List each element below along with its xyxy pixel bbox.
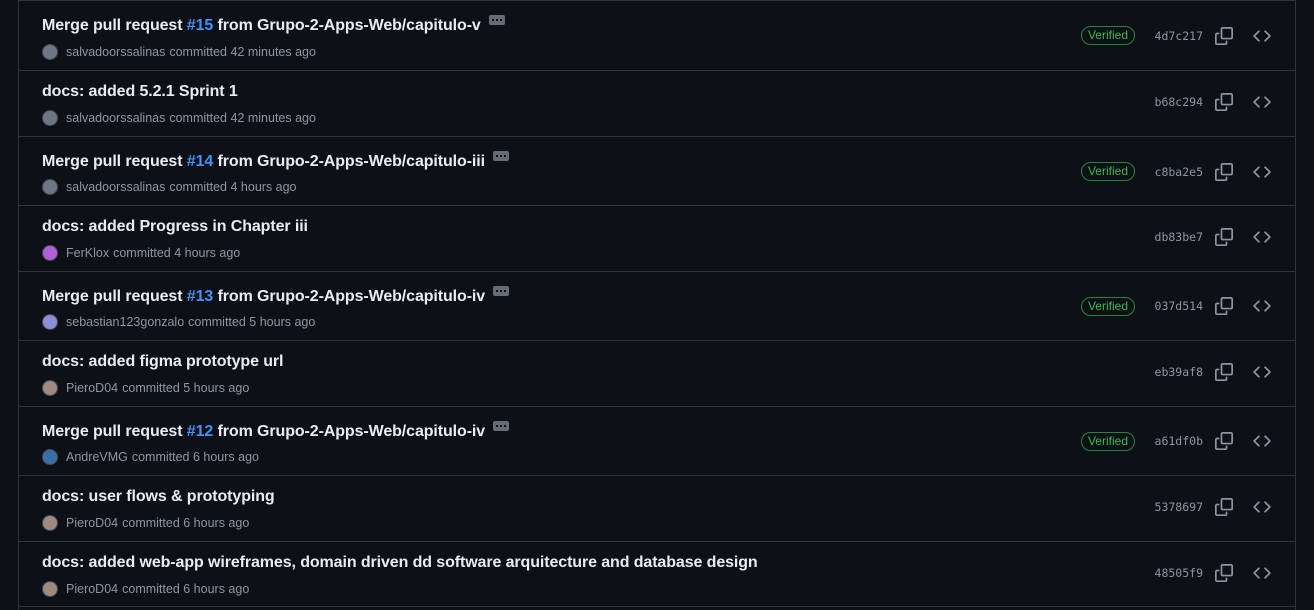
commit-author[interactable]: PieroD04 xyxy=(66,582,118,596)
commit-sha[interactable]: b68c294 xyxy=(1155,95,1203,109)
commit-row: docs: added web-app wireframes, domain d… xyxy=(19,541,1295,607)
copy-icon[interactable] xyxy=(1215,27,1233,45)
copy-icon[interactable] xyxy=(1215,564,1233,582)
commit-row: Merge pull request #14 from Grupo-2-Apps… xyxy=(19,136,1295,205)
commit-time: committed 6 hours ago xyxy=(122,516,250,530)
browse-code-icon[interactable] xyxy=(1253,228,1271,246)
commit-author[interactable]: PieroD04 xyxy=(66,516,118,530)
avatar[interactable] xyxy=(42,314,58,330)
commit-time: committed 4 hours ago xyxy=(113,246,241,260)
commit-row: docs: added Progress in Chapter iii FerK… xyxy=(19,205,1295,271)
commit-title[interactable]: docs: added web-app wireframes, domain d… xyxy=(42,554,758,572)
copy-icon[interactable] xyxy=(1215,163,1233,181)
expand-message-button[interactable] xyxy=(488,15,505,25)
commit-author[interactable]: PieroD04 xyxy=(66,381,118,395)
expand-message-button[interactable] xyxy=(493,421,510,431)
commit-title[interactable]: Merge pull request #12 from Grupo-2-Apps… xyxy=(42,423,485,441)
commit-author[interactable]: salvadoorssalinas xyxy=(66,45,165,59)
avatar[interactable] xyxy=(42,380,58,396)
avatar[interactable] xyxy=(42,581,58,597)
commit-author[interactable]: sebastian123gonzalo xyxy=(66,315,184,329)
commit-title[interactable]: docs: user flows & prototyping xyxy=(42,488,275,506)
commit-sha[interactable]: 5378697 xyxy=(1155,500,1203,514)
avatar[interactable] xyxy=(42,449,58,465)
avatar[interactable] xyxy=(42,110,58,126)
copy-icon[interactable] xyxy=(1215,498,1233,516)
browse-code-icon[interactable] xyxy=(1253,363,1271,381)
avatar[interactable] xyxy=(42,44,58,60)
commit-row: Merge pull request #12 from Grupo-2-Apps… xyxy=(19,406,1295,475)
commit-sha[interactable]: eb39af8 xyxy=(1155,365,1203,379)
commit-row: docs: added figma prototype url PieroD04… xyxy=(19,340,1295,406)
commit-row: docs: user flows & prototyping PieroD04 … xyxy=(19,475,1295,541)
commit-sha[interactable]: c8ba2e5 xyxy=(1155,165,1203,179)
commit-time: committed 6 hours ago xyxy=(122,582,250,596)
commit-sha[interactable]: a61df0b xyxy=(1155,434,1203,448)
copy-icon[interactable] xyxy=(1215,93,1233,111)
copy-icon[interactable] xyxy=(1215,228,1233,246)
commit-time: committed 42 minutes ago xyxy=(169,111,316,125)
commit-sha[interactable]: 4d7c217 xyxy=(1155,29,1203,43)
pr-link[interactable]: #15 xyxy=(187,17,214,34)
browse-code-icon[interactable] xyxy=(1253,93,1271,111)
commit-title[interactable]: Merge pull request #13 from Grupo-2-Apps… xyxy=(42,288,485,306)
commit-title[interactable]: docs: added 5.2.1 Sprint 1 xyxy=(42,83,238,101)
commit-sha[interactable]: db83be7 xyxy=(1155,230,1203,244)
verified-badge[interactable]: Verified xyxy=(1080,162,1135,181)
pr-link[interactable]: #13 xyxy=(187,288,214,305)
verified-badge[interactable]: Verified xyxy=(1080,297,1135,316)
copy-icon[interactable] xyxy=(1215,297,1233,315)
verified-badge[interactable]: Verified xyxy=(1080,432,1135,451)
commit-time: committed 6 hours ago xyxy=(131,450,259,464)
commit-title[interactable]: docs: added figma prototype url xyxy=(42,353,283,371)
commit-author[interactable]: FerKlox xyxy=(66,246,109,260)
pr-link[interactable]: #12 xyxy=(187,423,214,440)
verified-badge[interactable]: Verified xyxy=(1080,26,1135,45)
commit-time: committed 5 hours ago xyxy=(188,315,316,329)
commit-row: docs: added 5.2.1 Sprint 1 salvadoorssal… xyxy=(19,70,1295,136)
commit-author[interactable]: salvadoorssalinas xyxy=(66,111,165,125)
commit-title[interactable]: Merge pull request #15 from Grupo-2-Apps… xyxy=(42,17,481,35)
commit-list: Merge pull request #15 from Grupo-2-Apps… xyxy=(18,0,1296,610)
browse-code-icon[interactable] xyxy=(1253,297,1271,315)
browse-code-icon[interactable] xyxy=(1253,432,1271,450)
copy-icon[interactable] xyxy=(1215,363,1233,381)
browse-code-icon[interactable] xyxy=(1253,163,1271,181)
commit-row: Merge pull request #13 from Grupo-2-Apps… xyxy=(19,271,1295,340)
commit-title[interactable]: docs: added Progress in Chapter iii xyxy=(42,218,308,236)
avatar[interactable] xyxy=(42,179,58,195)
pr-link[interactable]: #14 xyxy=(187,153,214,170)
browse-code-icon[interactable] xyxy=(1253,564,1271,582)
expand-message-button[interactable] xyxy=(492,151,509,161)
browse-code-icon[interactable] xyxy=(1253,27,1271,45)
copy-icon[interactable] xyxy=(1215,432,1233,450)
expand-message-button[interactable] xyxy=(493,286,510,296)
avatar[interactable] xyxy=(42,245,58,261)
commit-sha[interactable]: 48505f9 xyxy=(1155,566,1203,580)
commit-title[interactable]: Merge pull request #14 from Grupo-2-Apps… xyxy=(42,153,485,171)
commit-author[interactable]: AndreVMG xyxy=(66,450,128,464)
commit-author[interactable]: salvadoorssalinas xyxy=(66,180,165,194)
commit-row: Merge pull request #15 from Grupo-2-Apps… xyxy=(19,0,1295,70)
avatar[interactable] xyxy=(42,515,58,531)
commit-time: committed 4 hours ago xyxy=(169,180,297,194)
commit-time: committed 42 minutes ago xyxy=(169,45,316,59)
commit-time: committed 5 hours ago xyxy=(122,381,250,395)
browse-code-icon[interactable] xyxy=(1253,498,1271,516)
commit-sha[interactable]: 037d514 xyxy=(1155,299,1203,313)
